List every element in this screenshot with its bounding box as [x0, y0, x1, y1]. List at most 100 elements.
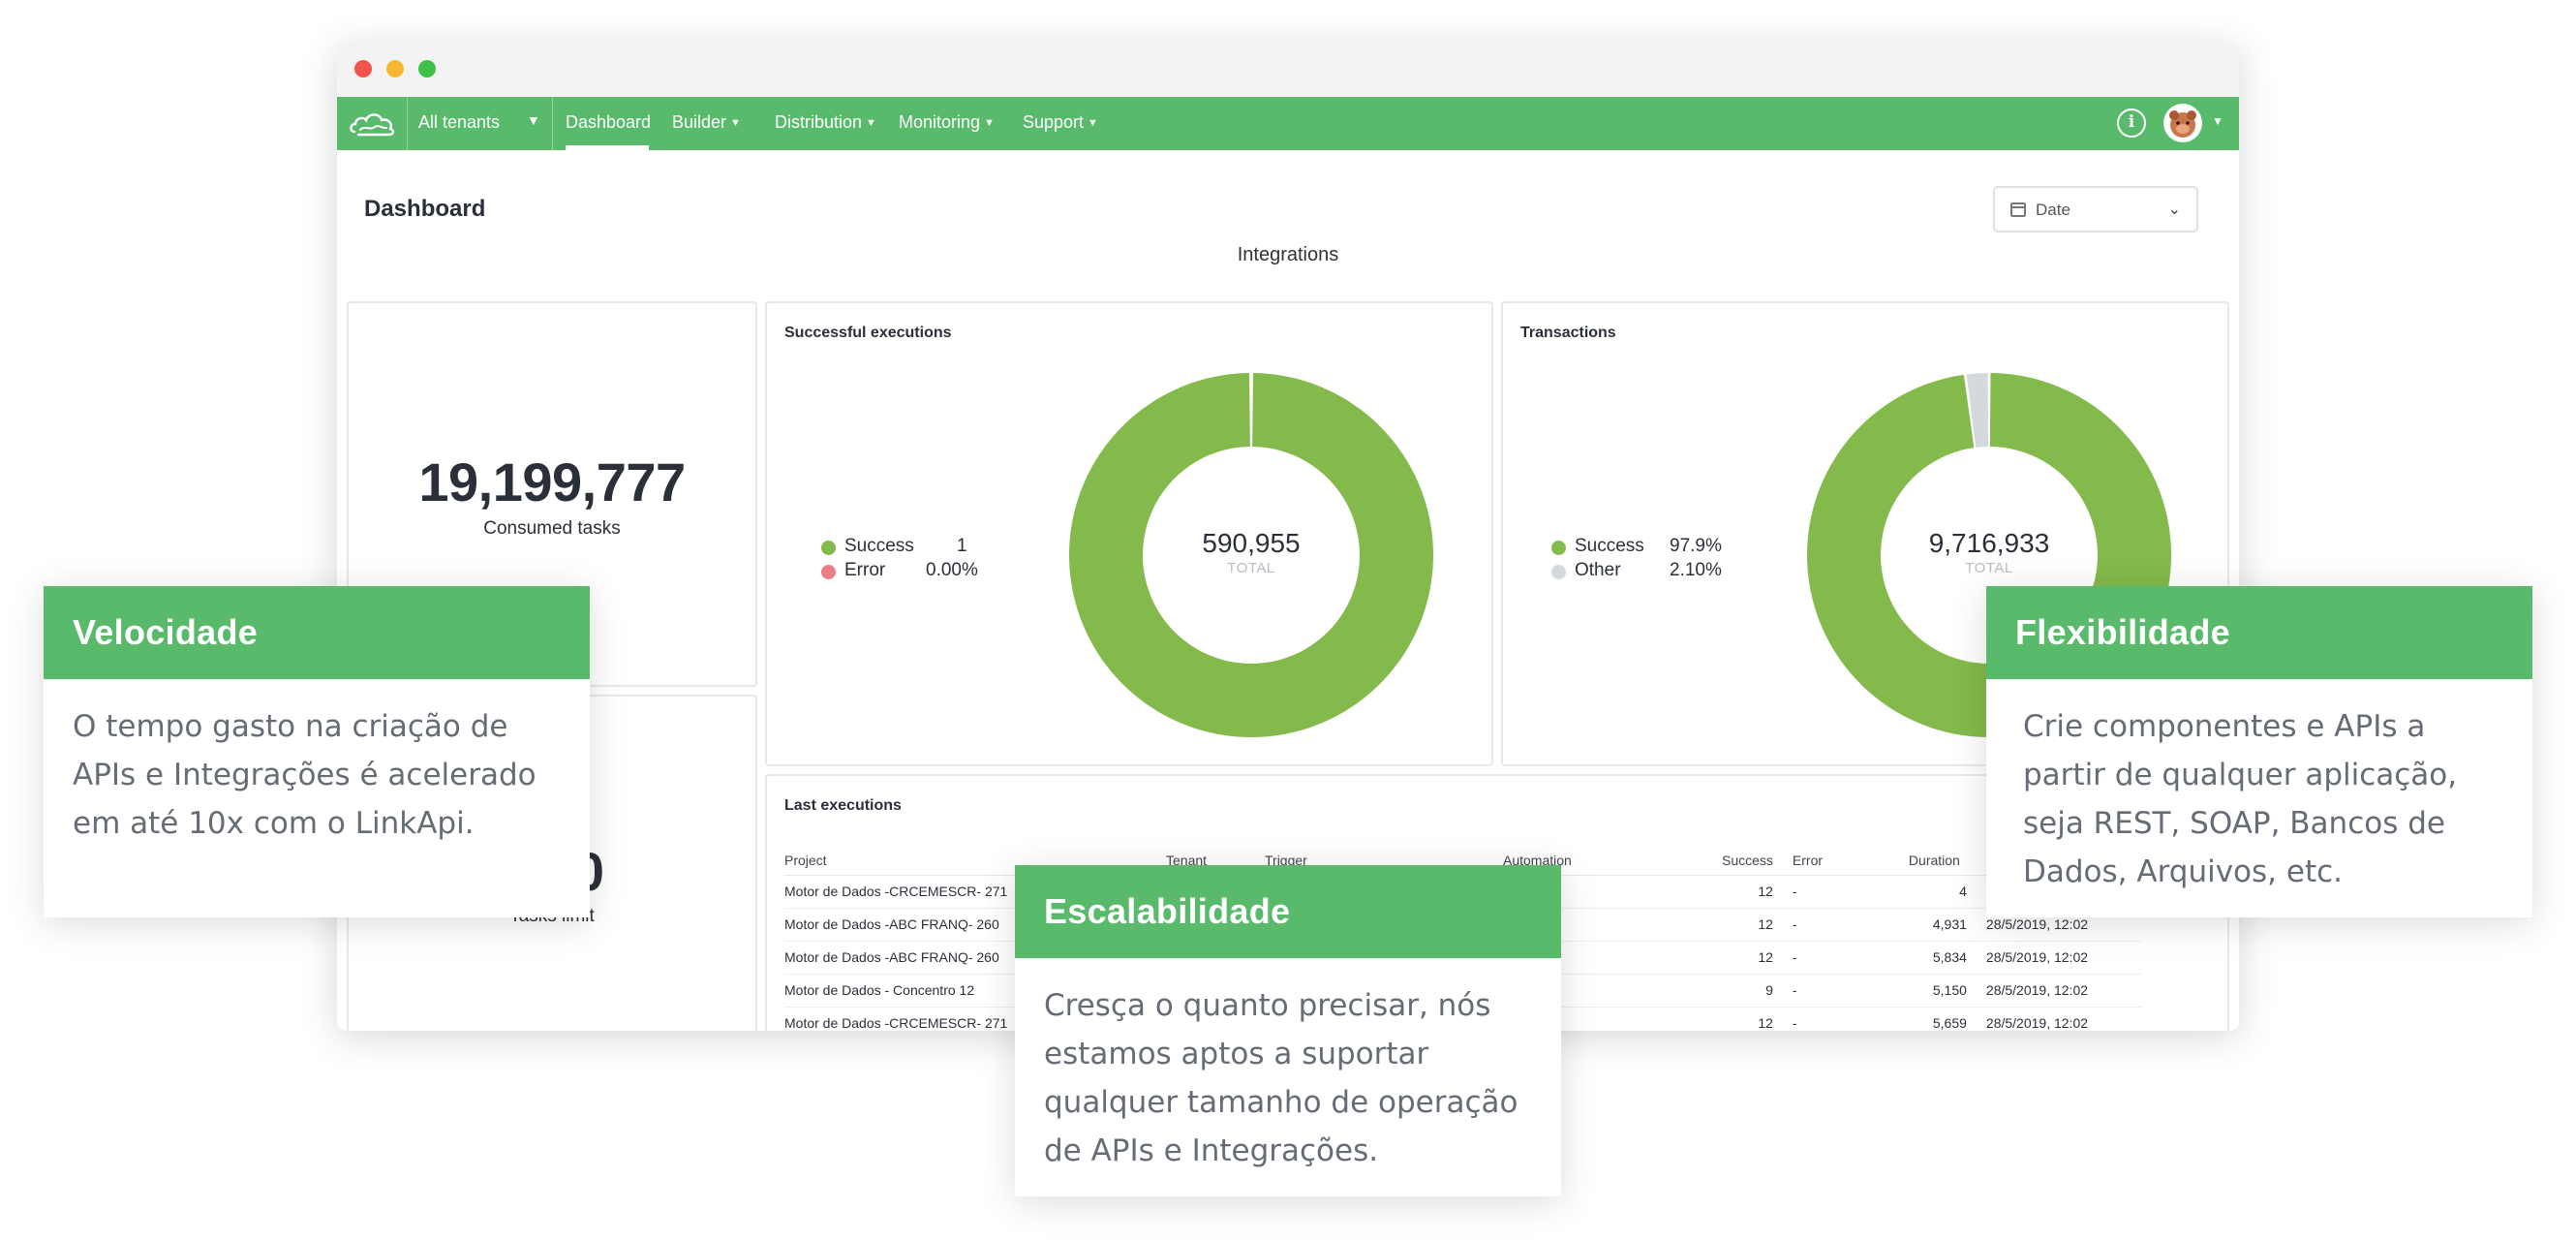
chevron-down-icon: ▼ — [984, 117, 995, 129]
cell-duration: 4 — [1908, 875, 1967, 909]
cloud-logo-icon[interactable] — [349, 108, 397, 139]
donut-total-label: TOTAL — [1227, 560, 1275, 576]
successful-executions-card: Successful executions Success 1 Error 0.… — [765, 301, 1493, 766]
nav-divider — [407, 97, 408, 150]
cell-spacer — [1772, 1007, 1793, 1031]
cell-duration: 4,931 — [1908, 908, 1967, 942]
legend-label: Success — [1575, 536, 1644, 556]
column-header-duration[interactable]: Duration — [1908, 846, 1967, 876]
nav-distribution-label: Distribution — [775, 112, 863, 132]
nav-builder-label: Builder — [672, 112, 727, 132]
legend-value: 2.10% — [1670, 560, 1722, 580]
cell-spacer — [1966, 908, 1986, 942]
avatar[interactable] — [2163, 104, 2202, 142]
consumed-tasks-value: 19,199,777 — [418, 451, 686, 512]
cell-error: - — [1792, 1007, 1909, 1031]
top-navbar: All tenants ▼ Dashboard Builder ▼ Distrib… — [337, 97, 2239, 150]
cell-spacer — [1966, 941, 1986, 975]
active-tab-indicator — [566, 145, 649, 150]
date-filter-label: Date — [2036, 201, 2070, 219]
cell-date: 28/5/2019, 12:02 — [1985, 941, 2141, 975]
nav-support-label: Support — [1023, 112, 1085, 132]
nav-builder[interactable]: Builder ▼ — [672, 112, 741, 133]
cell-success: 12 — [1722, 1007, 1773, 1031]
callout-text: Cresça o quanto precisar, nós estamos ap… — [1044, 988, 1518, 1168]
legend-item-success: Success 1 — [821, 536, 976, 560]
card-title: Successful executions — [784, 325, 952, 341]
legend-item-other: Other 2.10% — [1551, 560, 1726, 584]
user-menu-chevron-icon[interactable]: ▼ — [2212, 114, 2223, 128]
callout-flexibilidade: Flexibilidade Crie componentes e APIs a … — [1986, 586, 2532, 917]
cell-error: - — [1792, 974, 1909, 1008]
chart-legend: Success 97.9% Other 2.10% — [1551, 536, 1726, 584]
nav-monitoring-label: Monitoring — [899, 112, 981, 132]
date-filter-select[interactable]: Date ⌄ — [1993, 186, 2198, 233]
callout-escalabilidade: Escalabilidade Cresça o quanto precisar,… — [1015, 865, 1561, 1196]
cell-duration: 5,834 — [1908, 941, 1967, 975]
cell-spacer — [1772, 941, 1793, 975]
cell-spacer — [1772, 974, 1793, 1008]
cell-date: 28/5/2019, 12:02 — [1985, 1007, 2141, 1031]
callout-text: O tempo gasto na criação de APIs e Integ… — [73, 709, 537, 841]
legend-swatch — [1551, 565, 1566, 579]
legend-item-success: Success 97.9% — [1551, 536, 1726, 560]
cell-duration: 5,659 — [1908, 1007, 1967, 1031]
nav-support[interactable]: Support ▼ — [1023, 112, 1098, 133]
calendar-icon — [2010, 202, 2026, 217]
tenant-caret-icon[interactable]: ▼ — [527, 112, 540, 128]
chart-legend: Success 1 Error 0.00% — [821, 536, 978, 584]
legend-value: 97.9% — [1670, 536, 1722, 556]
nav-distribution[interactable]: Distribution ▼ — [775, 112, 876, 133]
callout-title: Flexibilidade — [1986, 586, 2532, 679]
legend-item-error: Error 0.00% — [821, 560, 978, 584]
cell-success: 12 — [1722, 875, 1773, 909]
callout-title: Velocidade — [44, 586, 590, 679]
window-titlebar — [337, 43, 2239, 97]
info-icon[interactable]: i — [2117, 109, 2146, 138]
section-title: Integrations — [1237, 244, 1339, 265]
page-title: Dashboard — [364, 196, 486, 222]
chevron-down-icon: ⌄ — [2167, 202, 2181, 218]
donut-total-value: 590,955 — [1202, 528, 1301, 558]
callout-velocidade: Velocidade O tempo gasto na criação de A… — [44, 586, 590, 917]
cell-spacer — [1966, 1007, 1986, 1031]
legend-swatch — [821, 565, 836, 579]
chevron-down-icon: ▼ — [1088, 117, 1098, 129]
nav-dashboard[interactable]: Dashboard — [566, 112, 651, 133]
callout-title: Escalabilidade — [1015, 865, 1561, 958]
cell-success: 12 — [1722, 941, 1773, 975]
callout-text: Crie componentes e APIs a partir de qual… — [2023, 709, 2458, 889]
card-title: Last executions — [784, 797, 902, 814]
cell-error: - — [1792, 875, 1909, 909]
cell-spacer — [1772, 875, 1793, 909]
cell-spacer — [1772, 908, 1793, 942]
cell-success: 12 — [1722, 908, 1773, 942]
legend-swatch — [821, 541, 836, 555]
minimize-window-button[interactable] — [386, 60, 404, 78]
legend-value: 0.00% — [926, 560, 978, 580]
column-header-error[interactable]: Error — [1792, 846, 1909, 876]
nav-divider — [552, 97, 553, 150]
nav-dashboard-label: Dashboard — [566, 112, 652, 132]
column-header-success[interactable]: Success — [1722, 846, 1773, 876]
legend-label: Success — [844, 536, 914, 556]
cell-spacer — [1966, 974, 1986, 1008]
donut-center: 590,955 TOTAL — [1154, 528, 1348, 576]
legend-label: Other — [1575, 560, 1621, 580]
close-window-button[interactable] — [354, 60, 372, 78]
cell-date: 28/5/2019, 12:02 — [1985, 974, 2141, 1008]
nav-monitoring[interactable]: Monitoring ▼ — [899, 112, 995, 133]
donut-center: 9,716,933 TOTAL — [1892, 528, 2086, 576]
chevron-down-icon: ▼ — [866, 117, 876, 129]
maximize-window-button[interactable] — [418, 60, 436, 78]
donut-total-value: 9,716,933 — [1928, 528, 2050, 558]
cell-success: 9 — [1722, 974, 1773, 1008]
tenant-selector[interactable]: All tenants — [418, 112, 500, 133]
consumed-tasks-label: Consumed tasks — [483, 518, 621, 539]
cell-duration: 5,150 — [1908, 974, 1967, 1008]
cell-error: - — [1792, 941, 1909, 975]
legend-swatch — [1551, 541, 1566, 555]
cell-error: - — [1792, 908, 1909, 942]
chevron-down-icon: ▼ — [730, 117, 741, 129]
legend-value: 1 — [957, 536, 967, 556]
